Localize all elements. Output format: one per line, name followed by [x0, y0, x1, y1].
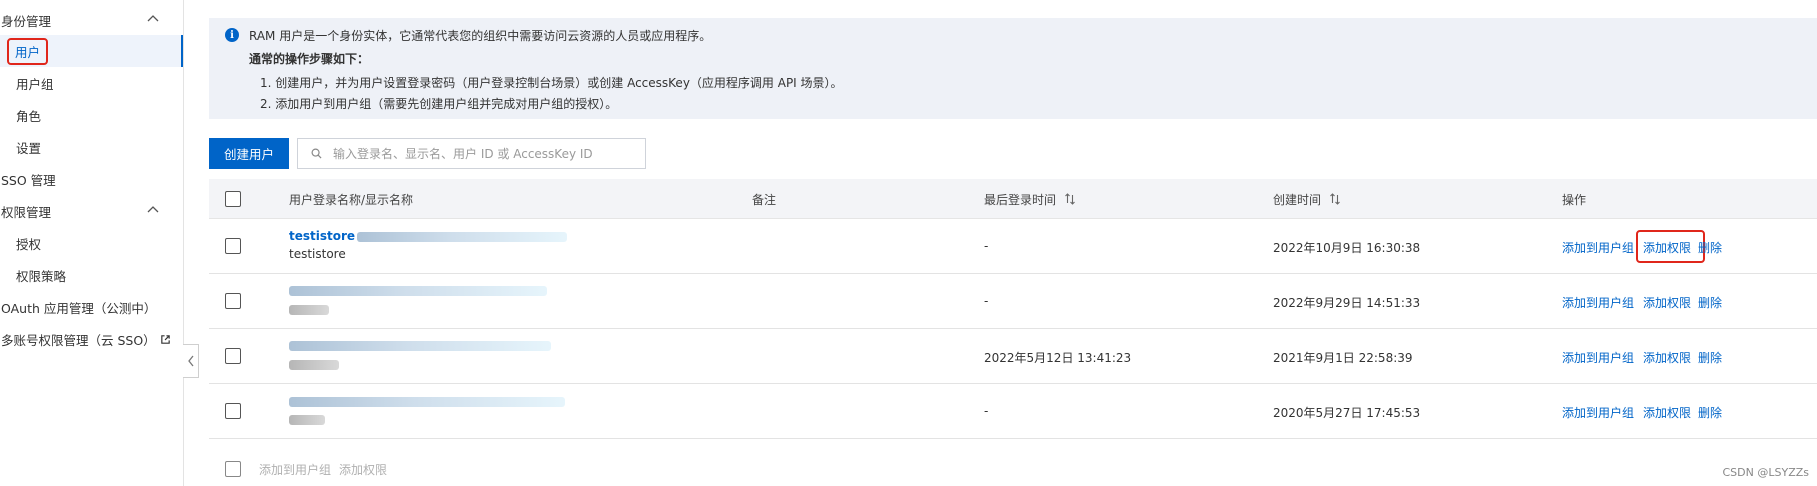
table-row: 2022年5月12日 13:41:23 2021年9月1日 22:58:39 添…: [209, 329, 1817, 384]
column-header-label: 最后登录时间: [984, 192, 1057, 207]
sidebar-item-label: 多账号权限管理（云 SSO）: [1, 332, 156, 348]
sidebar-item-settings[interactable]: 设置: [0, 131, 183, 163]
watermark: CSDN @LSYZZs: [1722, 466, 1810, 479]
chevron-left-icon: [187, 355, 194, 367]
create-user-button[interactable]: 创建用户: [209, 138, 289, 169]
row-checkbox[interactable]: [225, 293, 241, 309]
search-input[interactable]: [331, 145, 635, 162]
created-time: 2022年9月29日 14:51:33: [1273, 296, 1421, 310]
redacted-text: [289, 286, 547, 296]
sidebar: 身份管理 用户 用户组 角色 设置 SSO 管理 权限管理 授权 权限策略 OA…: [0, 0, 184, 486]
add-to-group-link[interactable]: 添加到用户组: [1562, 349, 1634, 366]
nav-group-permission-label: 权限管理: [1, 204, 52, 220]
last-login-time: 2022年5月12日 13:41:23: [984, 351, 1132, 365]
add-to-group-link[interactable]: 添加到用户组: [1562, 294, 1634, 311]
sort-icon: [1330, 193, 1340, 205]
redacted-text: [289, 415, 325, 425]
row-checkbox[interactable]: [225, 403, 241, 419]
add-permission-link[interactable]: 添加权限: [1643, 349, 1691, 366]
info-banner: i RAM 用户是一个身份实体，它通常代表您的组织中需要访问云资源的人员或应用程…: [209, 18, 1817, 119]
sidebar-item-multi-account[interactable]: 多账号权限管理（云 SSO）: [0, 323, 183, 355]
sidebar-item-label: 权限策略: [16, 268, 67, 284]
chevron-up-icon: [147, 15, 159, 22]
column-header-created[interactable]: 创建时间: [1273, 179, 1341, 219]
sidebar-item-label: 设置: [16, 140, 42, 156]
redacted-text: [357, 232, 567, 242]
redacted-text: [289, 305, 329, 315]
nav-group-identity-label: 身份管理: [1, 13, 52, 29]
batch-add-permission-button[interactable]: 添加权限: [339, 461, 387, 478]
sidebar-item-label: SSO 管理: [1, 172, 56, 188]
sidebar-item-grant[interactable]: 授权: [0, 227, 183, 259]
select-all-checkbox[interactable]: [225, 191, 241, 207]
column-header-remark: 备注: [752, 192, 777, 207]
created-time: 2021年9月1日 22:58:39: [1273, 351, 1413, 365]
sidebar-item-users[interactable]: 用户: [0, 35, 183, 67]
table-row: - 2020年5月27日 17:45:53 添加到用户组 添加权限 删除: [209, 384, 1817, 439]
search-box[interactable]: [297, 138, 646, 169]
column-header-label: 创建时间: [1273, 192, 1322, 207]
add-to-group-link[interactable]: 添加到用户组: [1562, 239, 1634, 256]
info-icon: i: [225, 28, 239, 42]
info-step-1: 1. 创建用户，并为用户设置登录密码（用户登录控制台场景）或创建 AccessK…: [260, 76, 843, 90]
redacted-text: [289, 341, 551, 351]
last-login-time: -: [984, 404, 989, 418]
table-row: - 2022年9月29日 14:51:33 添加到用户组 添加权限 删除: [209, 274, 1817, 329]
column-header-actions: 操作: [1562, 192, 1587, 207]
redacted-text: [289, 360, 339, 370]
sidebar-item-roles[interactable]: 角色: [0, 99, 183, 131]
last-login-time: -: [984, 294, 989, 308]
batch-add-to-group-button[interactable]: 添加到用户组: [259, 461, 331, 478]
batch-select-checkbox[interactable]: [225, 461, 241, 477]
user-login-name-link[interactable]: testistore: [289, 229, 355, 243]
add-permission-link[interactable]: 添加权限: [1643, 294, 1691, 311]
sidebar-item-label: 角色: [16, 108, 42, 124]
sidebar-item-label: OAuth 应用管理（公测中）: [1, 300, 157, 316]
table-header: 用户登录名称/显示名称 备注 最后登录时间 创建时间 操作: [209, 179, 1817, 219]
info-intro: RAM 用户是一个身份实体，它通常代表您的组织中需要访问云资源的人员或应用程序。: [249, 29, 712, 43]
add-permission-link[interactable]: 添加权限: [1643, 239, 1691, 256]
table-row: testistore testistore - 2022年10月9日 16:30…: [209, 219, 1817, 274]
column-header-last-login[interactable]: 最后登录时间: [984, 179, 1076, 219]
delete-link[interactable]: 删除: [1698, 404, 1722, 421]
column-header-user: 用户登录名称/显示名称: [289, 192, 414, 207]
chevron-up-icon: [147, 206, 159, 213]
nav-group-permission[interactable]: 权限管理: [0, 195, 183, 227]
sidebar-item-label: 用户组: [16, 76, 54, 92]
sidebar-item-users-label: 用户: [7, 37, 49, 65]
sidebar-collapse-button[interactable]: [183, 344, 199, 378]
sidebar-item-user-groups[interactable]: 用户组: [0, 67, 183, 99]
nav-group-identity[interactable]: 身份管理: [0, 4, 183, 36]
last-login-time: -: [984, 239, 989, 253]
sidebar-item-label: 授权: [16, 236, 42, 252]
search-icon: [311, 148, 322, 159]
user-display-name: testistore: [289, 247, 346, 261]
external-link-icon: [160, 334, 170, 344]
sort-icon: [1065, 193, 1075, 205]
redacted-text: [289, 397, 565, 407]
created-time: 2022年10月9日 16:30:38: [1273, 241, 1421, 255]
sidebar-item-sso[interactable]: SSO 管理: [0, 163, 183, 195]
sidebar-item-policies[interactable]: 权限策略: [0, 259, 183, 291]
row-checkbox[interactable]: [225, 238, 241, 254]
add-permission-link[interactable]: 添加权限: [1643, 404, 1691, 421]
sidebar-item-oauth[interactable]: OAuth 应用管理（公测中）: [0, 291, 183, 323]
info-steps-title: 通常的操作步骤如下：: [249, 52, 370, 66]
delete-link[interactable]: 删除: [1698, 349, 1722, 366]
row-checkbox[interactable]: [225, 348, 241, 364]
info-step-2: 2. 添加用户到用户组（需要先创建用户组并完成对用户组的授权）。: [260, 97, 618, 111]
delete-link[interactable]: 删除: [1698, 239, 1722, 256]
created-time: 2020年5月27日 17:45:53: [1273, 406, 1421, 420]
delete-link[interactable]: 删除: [1698, 294, 1722, 311]
add-to-group-link[interactable]: 添加到用户组: [1562, 404, 1634, 421]
